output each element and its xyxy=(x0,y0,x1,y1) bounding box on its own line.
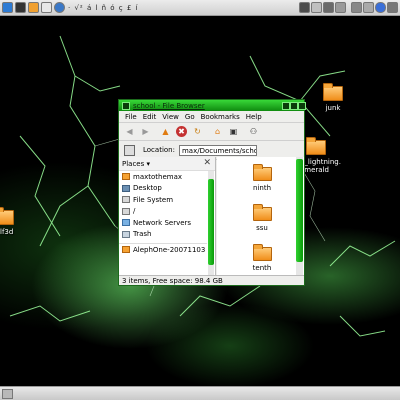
sidebar-item-root[interactable]: / xyxy=(119,206,207,218)
folder-icon xyxy=(0,207,14,225)
window-menu-icon[interactable] xyxy=(122,102,130,110)
status-tray xyxy=(350,2,398,13)
top-panel: · √² á l ñ ó ç £ í xyxy=(0,0,400,16)
maximize-icon[interactable] xyxy=(290,102,298,110)
back-icon[interactable]: ◀ xyxy=(124,126,135,137)
mail-icon[interactable] xyxy=(41,2,52,13)
reload-icon[interactable]: ↻ xyxy=(192,126,203,137)
desktop-icon-lf3d[interactable]: lf3d xyxy=(0,207,14,236)
sidebar-item-maxtothemax[interactable]: maxtothemax xyxy=(119,171,207,183)
forward-icon[interactable]: ▶ xyxy=(140,126,151,137)
content-scroll-thumb[interactable] xyxy=(296,159,303,262)
file-item-label: tenth xyxy=(252,264,272,272)
close-icon[interactable] xyxy=(298,102,306,110)
sidebar-item-label: Desktop xyxy=(133,184,162,193)
window-icon[interactable] xyxy=(335,2,346,13)
sidebar-item-label: maxtothemax xyxy=(133,172,183,181)
sidebar-item-network-servers[interactable]: Network Servers xyxy=(119,217,207,229)
bluetooth-icon[interactable] xyxy=(375,2,386,13)
home-icon[interactable]: ⌂ xyxy=(212,126,223,137)
places-dropdown[interactable]: Places ▾ xyxy=(122,160,150,168)
desktop-icon-lightning-emerald[interactable]: n_lightning. emerald xyxy=(300,137,341,174)
places-header: Places ▾ ✕ xyxy=(119,157,215,171)
file-item-label: ssu xyxy=(256,224,268,232)
file-item-ninth[interactable]: ninth xyxy=(247,164,277,192)
start-menu-icon[interactable] xyxy=(2,2,13,13)
drive-icon xyxy=(122,207,130,215)
file-browser-window[interactable]: school - File Browser File Edit View Go … xyxy=(118,99,306,286)
window-titlebar[interactable]: school - File Browser xyxy=(119,100,306,111)
folder-icon xyxy=(122,246,130,254)
desktop-icon-junk[interactable]: junk xyxy=(323,83,343,112)
computer-icon[interactable]: ▣ xyxy=(228,126,239,137)
desktop-icon xyxy=(122,184,130,192)
menu-help[interactable]: Help xyxy=(246,113,262,121)
places-list: maxtothemax Desktop File System / Networ… xyxy=(119,171,207,256)
sidebar-item-file-system[interactable]: File System xyxy=(119,194,207,206)
drive-icon xyxy=(122,196,130,204)
places-sidebar: Places ▾ ✕ maxtothemax Desktop File Syst… xyxy=(119,157,216,275)
sidebar-item-trash[interactable]: Trash xyxy=(119,229,207,241)
bottom-panel xyxy=(0,386,400,400)
system-tray xyxy=(298,2,346,13)
stop-icon[interactable]: ✖ xyxy=(176,126,187,137)
sidebar-item-label: Trash xyxy=(133,230,152,239)
sidebar-item-alephone[interactable]: AlephOne-20071103 xyxy=(119,243,207,256)
menu-view[interactable]: View xyxy=(162,113,179,121)
location-toggle-icon[interactable] xyxy=(124,144,135,156)
location-input[interactable]: max/Documents/school xyxy=(178,144,257,156)
trash-icon xyxy=(122,230,130,238)
volume-icon[interactable] xyxy=(363,2,374,13)
character-palette[interactable]: · √² á l ñ ó ç £ í xyxy=(68,4,139,12)
sidebar-item-label: / xyxy=(133,207,136,216)
status-bar: 3 items, Free space: 98.4 GB xyxy=(119,275,304,285)
folder-icon xyxy=(252,204,272,221)
folder-icon[interactable] xyxy=(28,2,39,13)
menu-edit[interactable]: Edit xyxy=(143,113,157,121)
network-icon[interactable] xyxy=(351,2,362,13)
sidebar-scroll-thumb[interactable] xyxy=(208,179,214,265)
window-icon[interactable] xyxy=(299,2,310,13)
file-item-tenth[interactable]: tenth xyxy=(247,244,277,272)
folder-icon xyxy=(252,164,272,181)
sidebar-item-desktop[interactable]: Desktop xyxy=(119,183,207,195)
window-title: school - File Browser xyxy=(133,101,205,110)
menu-go[interactable]: Go xyxy=(185,113,195,121)
minimize-icon[interactable] xyxy=(282,102,290,110)
folder-icon xyxy=(323,83,343,101)
terminal-icon[interactable] xyxy=(15,2,26,13)
up-icon[interactable]: ▲ xyxy=(160,126,171,137)
sidebar-close-icon[interactable]: ✕ xyxy=(203,158,211,168)
desktop-icon-label: junk xyxy=(325,104,341,112)
browser-icon[interactable] xyxy=(54,2,65,13)
menu-file[interactable]: File xyxy=(125,113,137,121)
window-icon[interactable] xyxy=(323,2,334,13)
browser-panes: Places ▾ ✕ maxtothemax Desktop File Syst… xyxy=(119,157,304,275)
toolbar: ◀ ▶ ▲ ✖ ↻ ⌂ ▣ ⚇ xyxy=(119,123,304,141)
window-icon[interactable] xyxy=(311,2,322,13)
menubar: File Edit View Go Bookmarks Help xyxy=(119,111,304,123)
network-icon xyxy=(122,219,130,227)
folder-icon xyxy=(252,244,272,261)
file-item-ssu[interactable]: ssu xyxy=(247,204,277,232)
sidebar-item-label: File System xyxy=(133,195,174,204)
show-desktop-icon[interactable] xyxy=(2,389,13,399)
home-folder-icon xyxy=(122,173,130,181)
desktop-icon-label: lf3d xyxy=(0,228,14,236)
tray-icon[interactable] xyxy=(387,2,398,13)
sidebar-scrollbar[interactable] xyxy=(208,171,214,275)
menu-bookmarks[interactable]: Bookmarks xyxy=(201,113,240,121)
content-scrollbar[interactable] xyxy=(296,157,303,275)
desktop-icon-label: n_lightning. emerald xyxy=(300,158,341,174)
location-label: Location: xyxy=(143,146,175,154)
sidebar-item-label: AlephOne-20071103 xyxy=(133,245,206,254)
folder-icon xyxy=(306,137,326,155)
file-view: ninth ssu tenth xyxy=(217,157,304,275)
search-icon[interactable]: ⚇ xyxy=(248,126,259,137)
file-item-label: ninth xyxy=(253,184,271,192)
sidebar-item-label: Network Servers xyxy=(133,218,192,227)
